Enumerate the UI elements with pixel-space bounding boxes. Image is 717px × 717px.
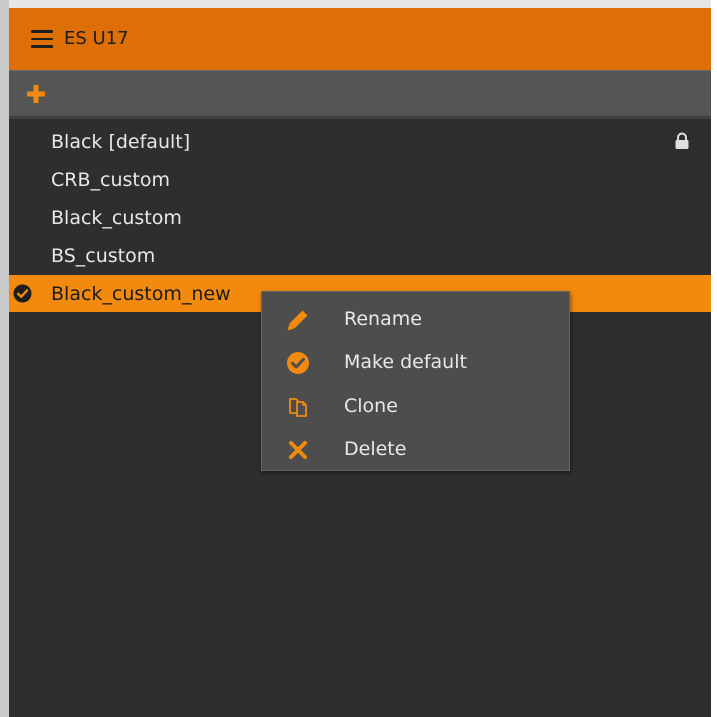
menu-item-label: Rename <box>344 308 422 330</box>
profile-item-bs-custom[interactable]: BS_custom <box>9 237 711 274</box>
context-menu: Rename Make default Clone Delete <box>261 291 570 471</box>
menu-item-rename[interactable]: Rename <box>262 297 569 341</box>
profile-item-label: Black_custom <box>51 207 182 229</box>
title-bar: ES U17 <box>9 8 711 70</box>
app-window: ES U17 Black [default] CRB_custom Black_… <box>0 0 717 717</box>
profile-item-crb-custom[interactable]: CRB_custom <box>9 161 711 198</box>
plus-icon[interactable] <box>26 84 46 104</box>
window-left-edge <box>0 0 9 717</box>
hamburger-menu-icon[interactable] <box>31 30 53 48</box>
profile-item-black-custom[interactable]: Black_custom <box>9 199 711 236</box>
panel-title: ES U17 <box>64 28 129 49</box>
profile-item-label: CRB_custom <box>51 169 170 191</box>
x-icon <box>286 438 310 462</box>
menu-item-delete[interactable]: Delete <box>262 427 569 471</box>
toolbar-divider <box>9 116 711 119</box>
profile-item-label: BS_custom <box>51 245 156 267</box>
window-top-edge <box>0 0 711 8</box>
profile-item-label: Black [default] <box>51 131 191 153</box>
menu-item-label: Delete <box>344 438 407 460</box>
profiles-panel: ES U17 Black [default] CRB_custom Black_… <box>9 8 711 717</box>
menu-item-label: Clone <box>344 395 398 417</box>
profile-item-label: Black_custom_new <box>51 283 231 305</box>
menu-item-clone[interactable]: Clone <box>262 384 569 428</box>
menu-item-label: Make default <box>344 351 467 373</box>
pencil-icon <box>286 308 310 332</box>
menu-item-make-default[interactable]: Make default <box>262 340 569 384</box>
lock-icon <box>674 132 690 150</box>
profile-item-black-default[interactable]: Black [default] <box>9 123 711 160</box>
toolbar <box>9 70 711 116</box>
clone-icon <box>286 395 310 419</box>
check-circle-icon <box>13 284 32 303</box>
check-circle-icon <box>286 351 310 375</box>
window-right-edge <box>711 0 717 717</box>
